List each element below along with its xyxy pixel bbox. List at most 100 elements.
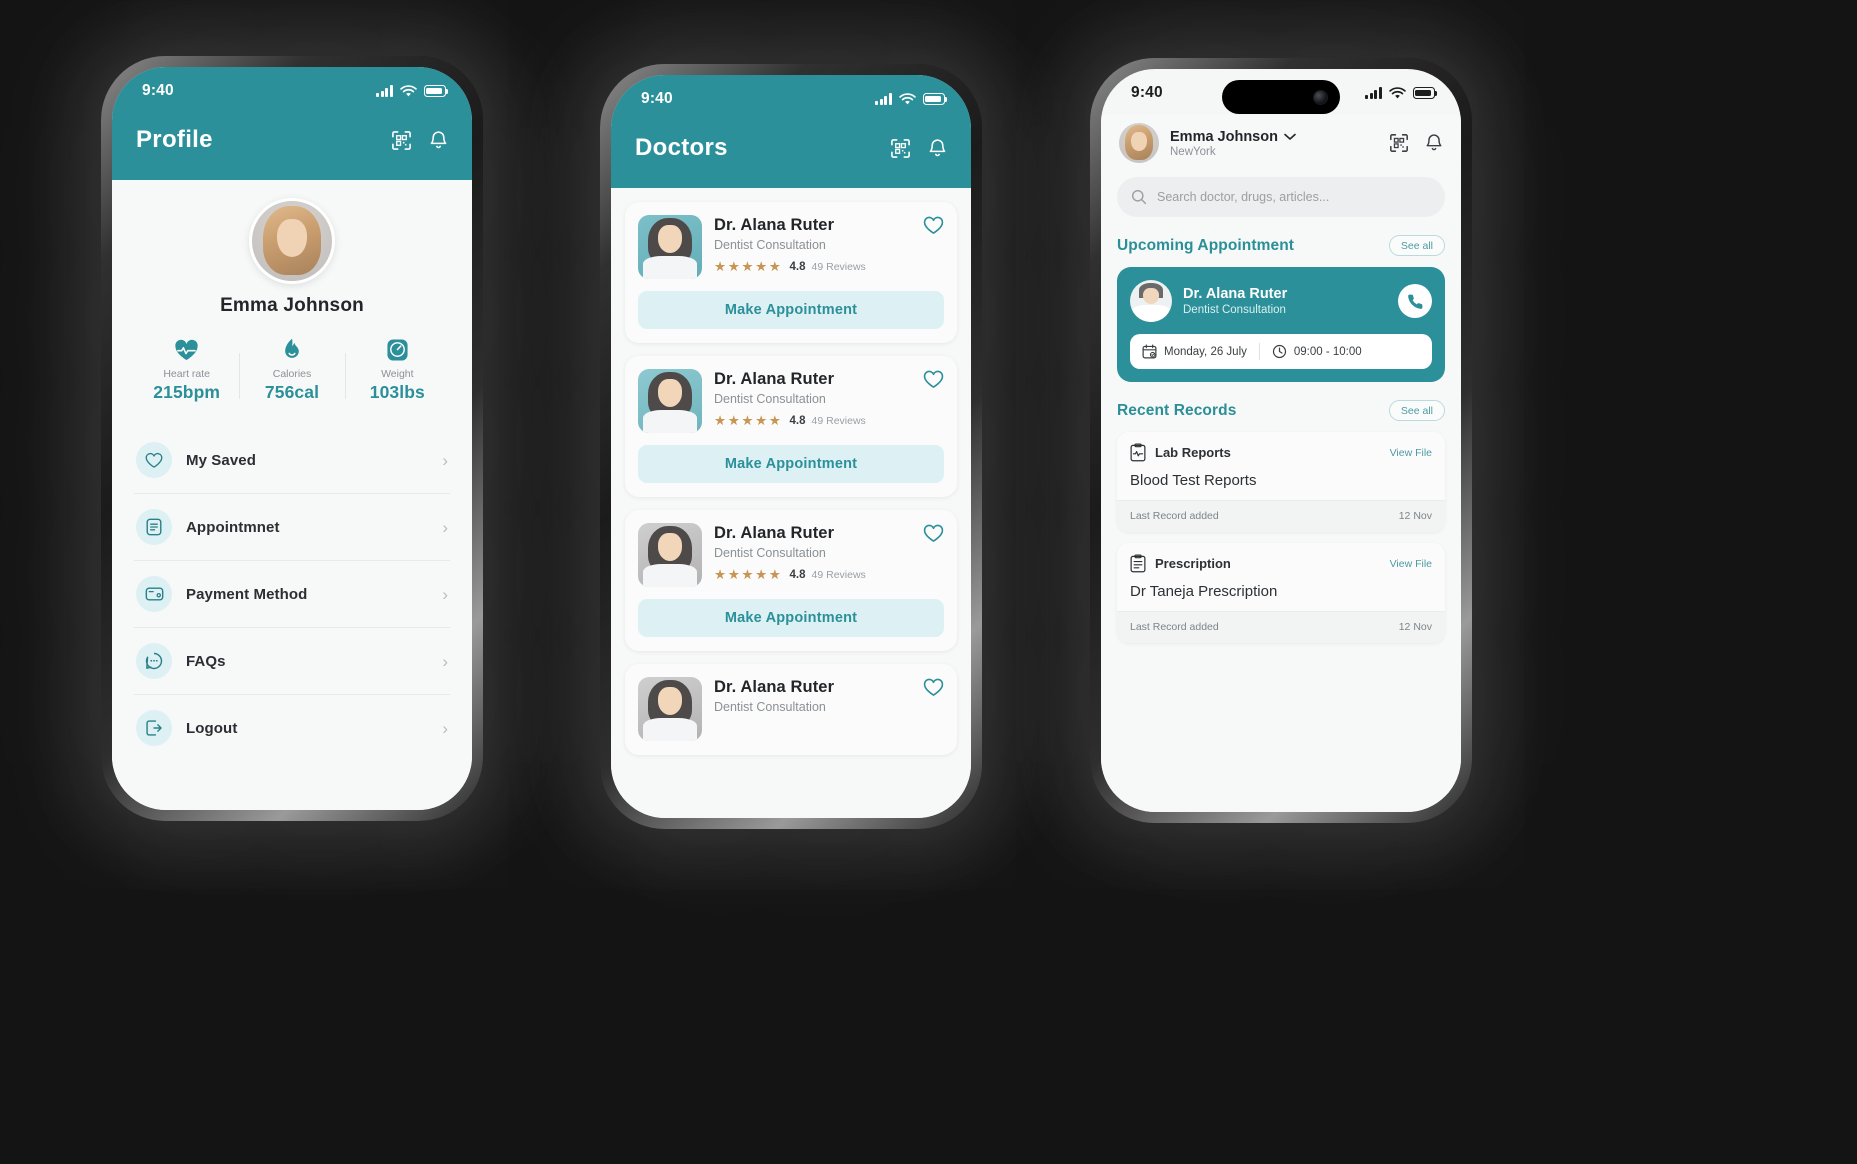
avatar[interactable] [1119, 123, 1159, 163]
doctor-name: Dr. Alana Ruter [714, 678, 835, 696]
menu-item-label: My Saved [186, 451, 256, 469]
record-title: Blood Test Reports [1117, 462, 1445, 501]
user-name-row[interactable]: Emma Johnson [1170, 129, 1378, 145]
qr-scan-icon[interactable] [890, 138, 911, 159]
wallet-icon [136, 576, 172, 612]
record-footer-date: 12 Nov [1398, 621, 1432, 633]
doctor-specialty: Dentist Consultation [714, 546, 826, 560]
rating-value: 4.8 [789, 569, 806, 581]
search-input[interactable]: Search doctor, drugs, articles... [1117, 177, 1445, 217]
record-category-row: Prescription [1130, 554, 1231, 573]
profile-menu: My Saved › Appointmnet › Payment Method … [134, 427, 450, 810]
favorite-heart-icon[interactable] [923, 215, 944, 279]
qr-scan-icon[interactable] [391, 130, 412, 151]
status-bar: 9:40 [112, 67, 472, 113]
page-title: Profile [136, 126, 213, 153]
calendar-icon [1142, 344, 1157, 359]
doctor-photo [638, 369, 702, 433]
upcoming-section-header: Upcoming Appointment See all [1117, 235, 1445, 256]
make-appointment-button[interactable]: Make Appointment [638, 445, 944, 483]
header-actions [890, 138, 947, 159]
status-time: 9:40 [142, 82, 174, 99]
favorite-heart-icon[interactable] [923, 523, 944, 587]
chevron-right-icon: › [442, 450, 448, 470]
favorite-heart-icon[interactable] [923, 677, 944, 741]
menu-item-appointment[interactable]: Appointmnet › [134, 494, 450, 561]
review-count: 49 Reviews [811, 415, 866, 427]
header-actions [1389, 133, 1443, 153]
stat-label: Heart rate [163, 368, 210, 380]
see-all-button-records[interactable]: See all [1388, 400, 1445, 421]
cellular-bars-icon [874, 93, 892, 105]
see-all-button-upcoming[interactable]: See all [1388, 235, 1445, 256]
stat-weight: Weight 103lbs [344, 337, 450, 403]
wifi-icon [1389, 86, 1406, 98]
stat-label: Calories [272, 368, 312, 380]
battery-icon [1413, 87, 1438, 99]
doctor-card[interactable]: Dr. Alana Ruter Dentist Consultation ★★★… [625, 202, 957, 343]
qr-scan-icon[interactable] [1389, 133, 1409, 153]
record-category: Lab Reports [1155, 445, 1231, 460]
notification-bell-icon[interactable] [928, 138, 947, 159]
phone-mockup-home: 9:40 Emma Johnson NewYork Search doctor,… [1090, 58, 1472, 823]
view-file-link[interactable]: View File [1390, 558, 1432, 570]
star-rating-icon: ★★★★★ [714, 259, 783, 274]
stat-value: 103lbs [369, 382, 425, 402]
rating-value: 4.8 [789, 415, 806, 427]
doctor-card[interactable]: Dr. Alana Ruter Dentist Consultation ★★★… [625, 510, 957, 651]
appointment-date: Monday, 26 July [1142, 344, 1247, 359]
phone-screen-doctors: 9:40 Doctors Dr. Alana Ruter Dentist Con… [611, 75, 971, 818]
chevron-down-icon[interactable] [1284, 133, 1296, 141]
record-card-prescription[interactable]: Prescription View File Dr Taneja Prescri… [1117, 543, 1445, 643]
doctor-card-list[interactable]: Dr. Alana Ruter Dentist Consultation ★★★… [611, 188, 971, 818]
appointment-meta: Monday, 26 July 09:00 - 10:00 [1130, 334, 1432, 369]
doctor-name: Dr. Alana Ruter [1183, 286, 1288, 302]
phone-screen-profile: 9:40 Profile Emma Johnson Heart rate 215… [112, 67, 472, 810]
upcoming-appointment-card[interactable]: Dr. Alana Ruter Dentist Consultation Mon… [1117, 267, 1445, 382]
section-title: Upcoming Appointment [1117, 236, 1295, 254]
profile-user-name: Emma Johnson [220, 295, 364, 316]
doctor-rating: ★★★★★ 4.8 49 Reviews [714, 413, 911, 429]
doctor-card[interactable]: Dr. Alana Ruter Dentist Consultation ★★★… [625, 356, 957, 497]
doctor-card[interactable]: Dr. Alana Ruter Dentist Consultation [625, 664, 957, 755]
doctor-photo [638, 677, 702, 741]
review-count: 49 Reviews [811, 569, 866, 581]
doctor-specialty: Dentist Consultation [714, 238, 826, 252]
stat-label: Weight [381, 368, 414, 380]
status-bar: 9:40 [611, 75, 971, 121]
clock-icon [1272, 344, 1287, 359]
doctor-photo [638, 523, 702, 587]
menu-item-my-saved[interactable]: My Saved › [134, 427, 450, 494]
chevron-right-icon: › [442, 517, 448, 537]
heart-pulse-icon [138, 337, 235, 363]
dynamic-island [1222, 80, 1340, 114]
favorite-heart-icon[interactable] [923, 369, 944, 433]
menu-item-label: FAQs [186, 652, 226, 670]
make-appointment-button[interactable]: Make Appointment [638, 291, 944, 329]
doctors-header: 9:40 Doctors [611, 75, 971, 188]
menu-item-payment-method[interactable]: Payment Method › [134, 561, 450, 628]
phone-icon[interactable] [1398, 284, 1432, 318]
wifi-icon [899, 92, 916, 104]
view-file-link[interactable]: View File [1390, 447, 1432, 459]
status-time: 9:40 [1131, 84, 1163, 101]
record-card-lab-reports[interactable]: Lab Reports View File Blood Test Reports… [1117, 432, 1445, 532]
stat-value: 215bpm [153, 382, 221, 402]
notification-bell-icon[interactable] [429, 130, 448, 151]
doctor-avatar [1130, 280, 1172, 322]
lab-report-icon [1130, 443, 1146, 462]
home-content: Emma Johnson NewYork Search doctor, drug… [1101, 115, 1461, 812]
star-rating-icon: ★★★★★ [714, 413, 783, 428]
record-footer-date: 12 Nov [1398, 510, 1432, 522]
make-appointment-button[interactable]: Make Appointment [638, 599, 944, 637]
menu-item-faqs[interactable]: FAQs › [134, 628, 450, 695]
user-location: NewYork [1170, 145, 1216, 158]
doctor-specialty: Dentist Consultation [1183, 304, 1286, 316]
review-count: 49 Reviews [811, 261, 866, 273]
wifi-icon [400, 84, 417, 96]
weight-scale-icon [349, 337, 446, 363]
notification-bell-icon[interactable] [1425, 133, 1443, 153]
cellular-bars-icon [1364, 87, 1382, 99]
status-indicators [375, 84, 449, 98]
menu-item-logout[interactable]: Logout › [134, 695, 450, 761]
